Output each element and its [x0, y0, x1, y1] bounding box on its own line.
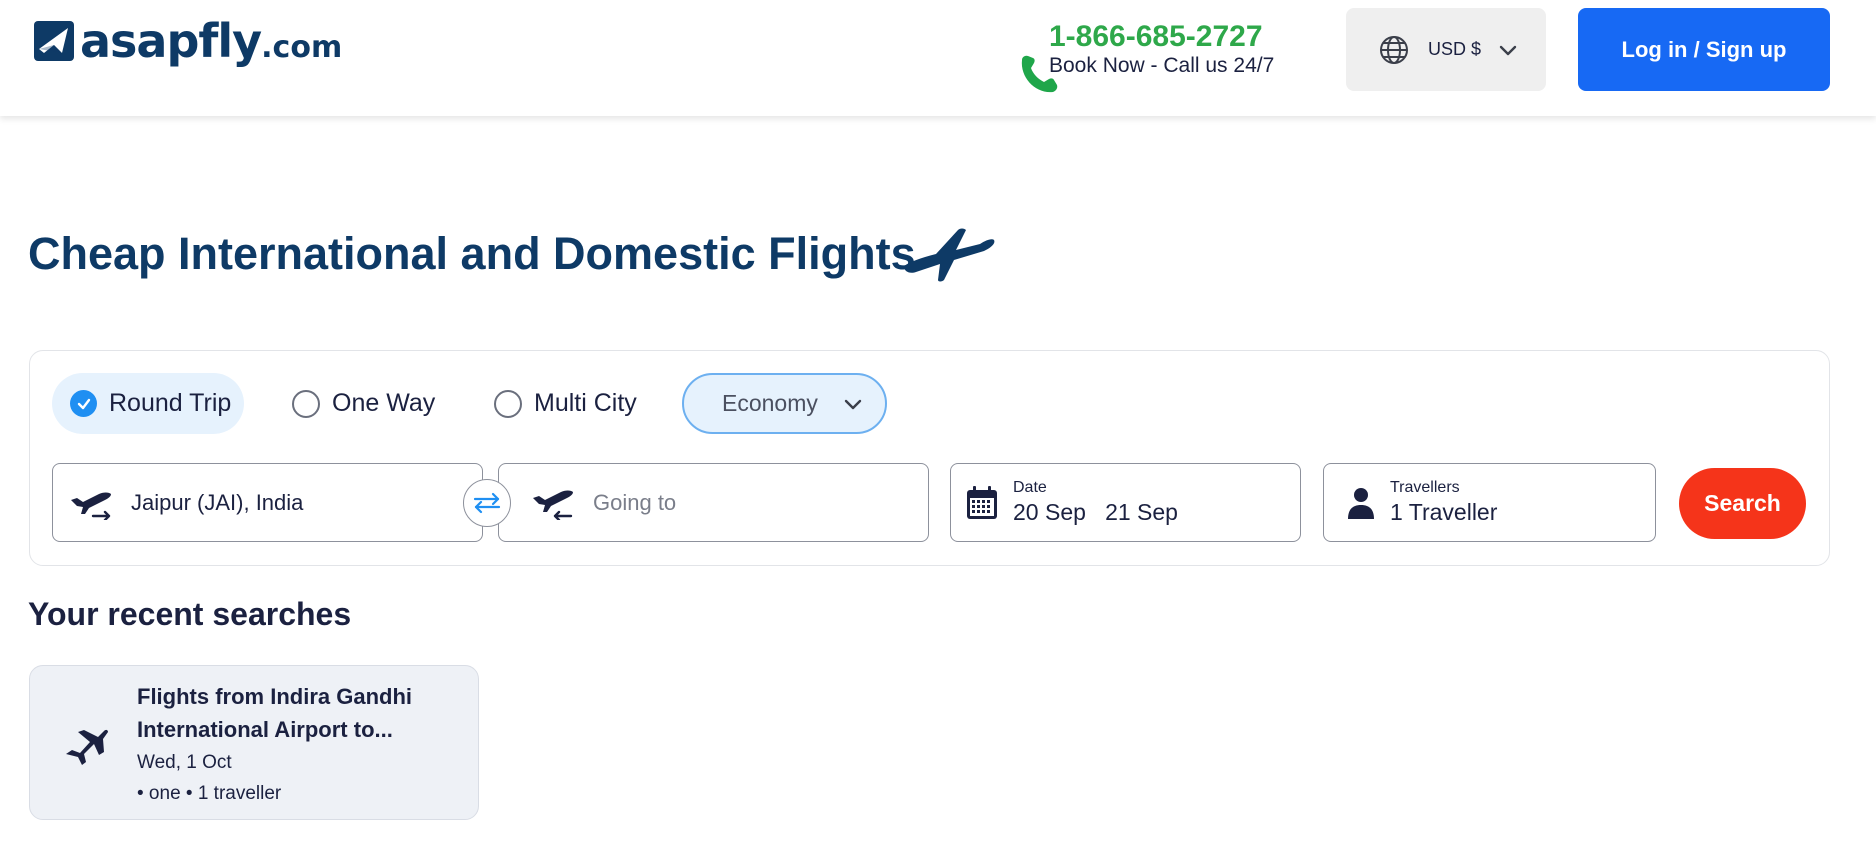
swap-arrows-icon	[473, 492, 501, 514]
trip-type-label: Round Trip	[109, 389, 232, 417]
login-signup-button[interactable]: Log in / Sign up	[1578, 8, 1830, 91]
chevron-down-icon	[1499, 45, 1517, 55]
date-field[interactable]: Date 20 Sep 21 Sep	[950, 463, 1301, 542]
radio-unchecked-icon	[494, 389, 522, 418]
depart-date: 20 Sep	[1013, 499, 1086, 525]
person-icon	[1348, 487, 1374, 519]
phone-subtitle: Book Now - Call us 24/7	[1049, 54, 1275, 77]
radio-checked-icon	[70, 390, 97, 417]
check-icon	[77, 398, 90, 409]
airplane-icon	[66, 729, 108, 765]
chevron-down-icon	[844, 399, 862, 409]
date-stack: Date 20 Sep 21 Sep	[1013, 479, 1178, 526]
page-title: Cheap International and Domestic Flights	[28, 228, 916, 279]
calendar-icon	[967, 485, 997, 519]
travellers-stack: Travellers 1 Traveller	[1390, 479, 1497, 526]
cabin-class-value: Economy	[722, 390, 818, 416]
date-caption: Date	[1013, 479, 1047, 496]
recent-search-meta: • one • 1 traveller	[137, 783, 282, 804]
radio-unchecked-icon	[292, 389, 320, 418]
logo-plane-icon	[34, 21, 74, 61]
destination-field[interactable]: Going to	[498, 463, 929, 542]
recent-searches-heading: Your recent searches	[28, 596, 352, 632]
trip-type-label: One Way	[332, 389, 436, 417]
phone-number[interactable]: 1-866-685-2727	[1049, 20, 1263, 54]
trip-type-round-trip[interactable]: Round Trip	[52, 373, 244, 434]
arrival-plane-icon	[533, 490, 573, 520]
destination-placeholder: Going to	[593, 489, 677, 515]
recent-search-date: Wed, 1 Oct	[137, 752, 232, 773]
recent-search-title: Flights from Indira Gandhi International…	[137, 684, 412, 742]
recent-search-card[interactable]: Flights from Indira Gandhi International…	[29, 665, 479, 820]
origin-value: Jaipur (JAI), India	[131, 489, 304, 515]
currency-label: USD $	[1428, 39, 1482, 59]
cabin-class-dropdown[interactable]: Economy	[682, 373, 887, 434]
search-button[interactable]: Search	[1679, 468, 1806, 539]
trip-type-one-way[interactable]: One Way	[292, 373, 435, 434]
trip-type-label: Multi City	[534, 389, 637, 417]
site-logo[interactable]: asapfly.com	[32, 18, 342, 64]
travellers-caption: Travellers	[1390, 479, 1460, 496]
globe-icon	[1380, 35, 1408, 64]
trip-type-multi-city[interactable]: Multi City	[494, 373, 637, 434]
travellers-value: 1 Traveller	[1390, 499, 1498, 525]
phone-contact[interactable]: 1-866-685-2727 Book Now - Call us 24/7	[1014, 20, 1294, 96]
site-header: asapfly.com 1-866-685-2727 Book Now - Ca…	[0, 0, 1876, 116]
departure-plane-icon	[71, 492, 111, 520]
airplane-icon	[904, 228, 995, 282]
return-date: 21 Sep	[1105, 499, 1178, 525]
origin-field[interactable]: Jaipur (JAI), India	[52, 463, 483, 542]
travellers-field[interactable]: Travellers 1 Traveller	[1323, 463, 1656, 542]
date-values: 20 Sep 21 Sep	[1013, 499, 1178, 526]
currency-selector[interactable]: USD $	[1346, 8, 1546, 91]
logo-wordmark: asapfly.com	[80, 14, 343, 68]
swap-airports-button[interactable]	[463, 479, 511, 527]
